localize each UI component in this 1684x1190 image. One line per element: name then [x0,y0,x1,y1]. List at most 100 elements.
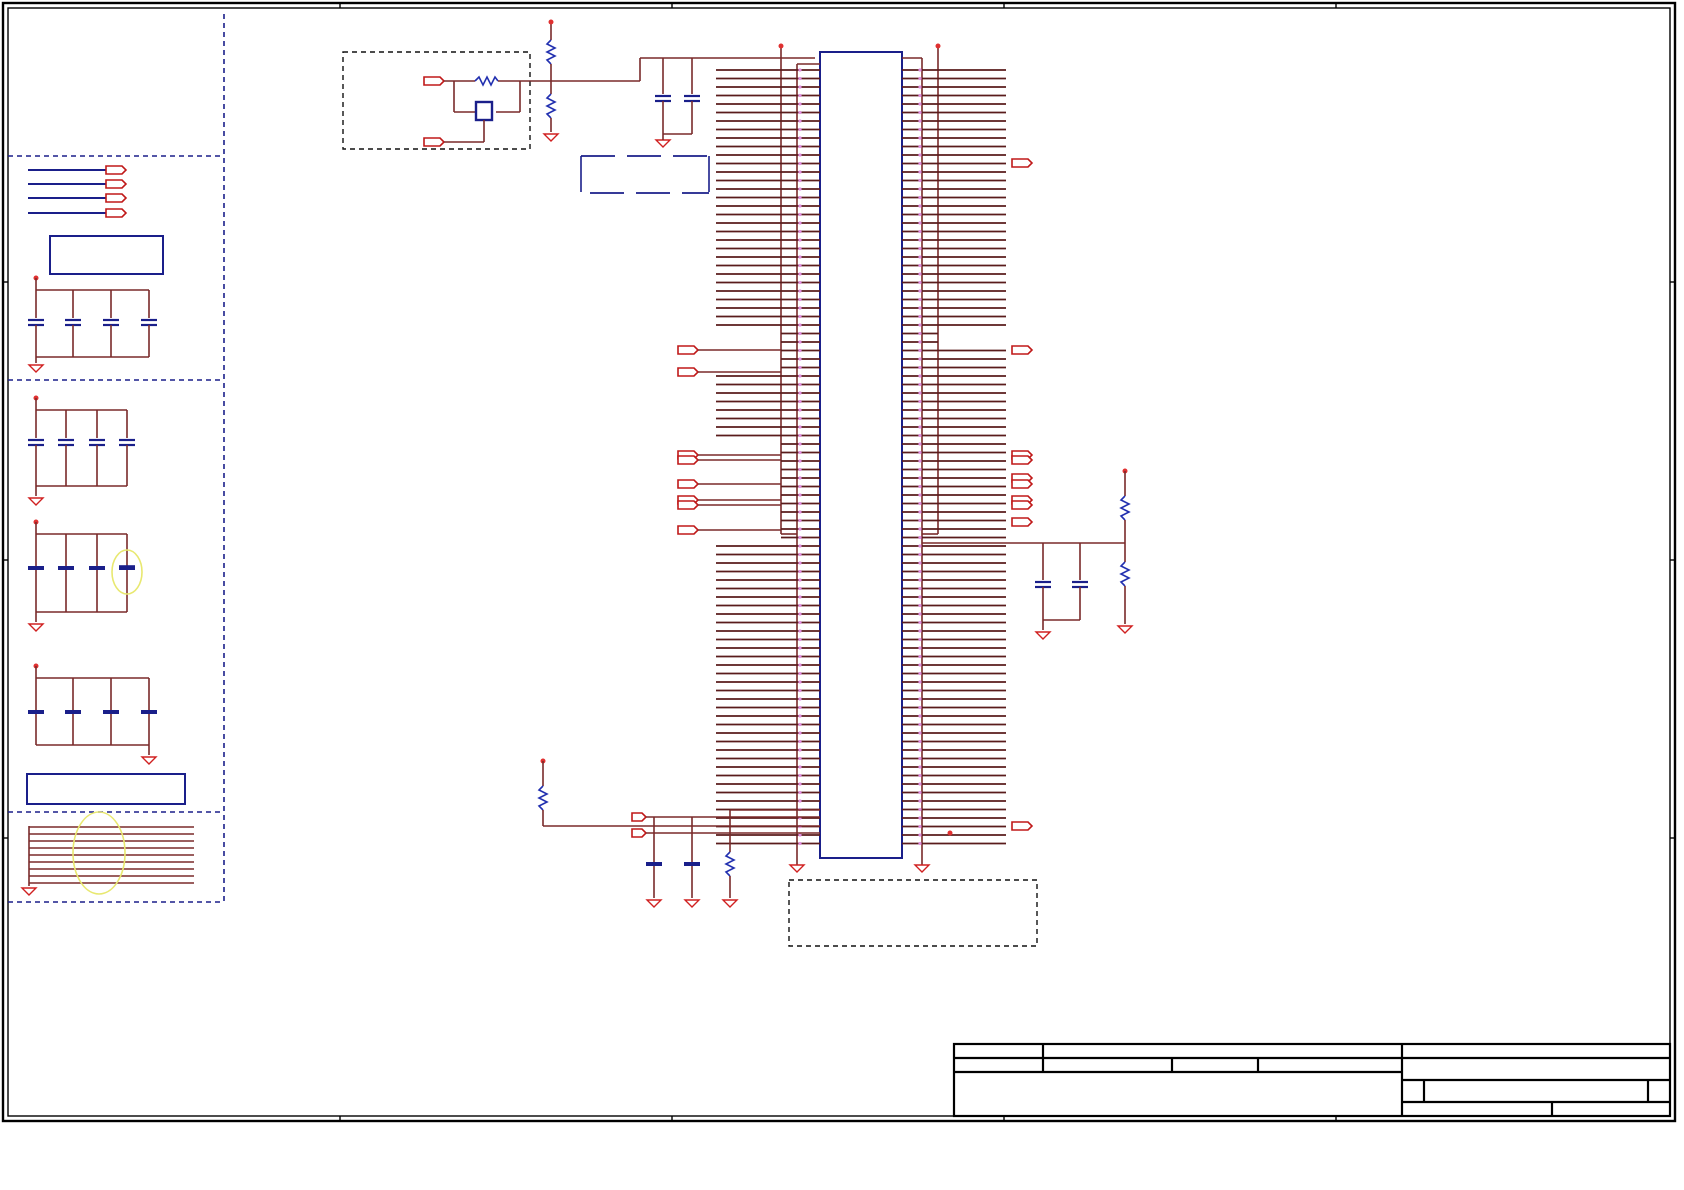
pin-dot [918,484,922,489]
pin-dot [918,561,922,565]
pin-dot [918,365,922,370]
pin-dot [918,714,922,718]
pin-dot [798,68,802,72]
pin-dot [918,399,922,404]
pin-dot [918,816,922,820]
pin-dot [798,170,802,174]
ground-symbol [140,756,158,765]
pin-dot [918,501,922,506]
pin-dot [798,671,802,676]
pin-dot [918,246,922,251]
pin-dot [798,374,802,378]
pin-dot [918,722,922,727]
ic-left-ports [677,345,781,535]
ground-symbol [27,497,45,506]
net-port [677,500,700,510]
pin-dot [798,697,802,701]
power-label-box-1 [49,235,164,275]
zone-ticks [3,3,1675,1121]
pin-dot [798,637,802,642]
pin-dot [918,535,922,540]
pin-dot [918,790,922,795]
pin-dot [918,272,922,276]
title-block [952,1042,1672,1118]
pin-dot [798,603,802,608]
pin-dot [798,790,802,795]
pin-dot [918,187,922,191]
pin-dot [918,569,922,574]
connector-pins [716,68,1006,846]
pin-dot [918,382,922,387]
pin-dot [798,127,802,132]
sheet-border [1,1,1677,1123]
pin-dot [798,705,802,710]
pin-dot [798,799,802,803]
pin-dot [918,93,922,98]
pin-dot [918,374,922,378]
pin-dot [798,493,802,497]
pin-dot [918,637,922,642]
pin-dot [918,629,922,633]
pin-dot [918,756,922,761]
pin-dot [918,280,922,285]
net-port [1011,455,1034,465]
pin-dot [918,765,922,769]
pin-dot [918,306,922,310]
pin-dot [798,136,802,140]
decoupling-capacitor-groups [27,275,158,765]
pin-dot [918,739,922,744]
bus-bundle [20,811,194,896]
pin-dot [918,680,922,684]
pin-dot [918,654,922,659]
pin-dot [798,765,802,769]
pin-dot [798,102,802,106]
net-port [1011,345,1034,355]
pin-dot [918,544,922,548]
pin-dot [798,646,802,650]
pin-dot [918,331,922,336]
pin-dot [918,688,922,693]
highlight-ellipse [72,811,126,895]
pin-dot [918,425,922,429]
pin-dot [798,289,802,293]
pin-dot [918,731,922,735]
pin-dot [918,476,922,480]
net-port [677,455,700,465]
pin-dot [798,255,802,259]
pin-dot [798,416,802,421]
note-box [580,155,710,194]
pin-dot [798,365,802,370]
note-frame [788,879,1038,947]
pin-dot [918,204,922,208]
pin-dot [798,221,802,225]
pin-dot [798,450,802,455]
pin-dot [918,442,922,446]
pin-dot [798,408,802,412]
pin-dot [798,680,802,684]
pin-dot [798,85,802,89]
reset-circuit [423,19,815,147]
pin-dot [918,348,922,353]
pin-dot [798,535,802,540]
vcc-decoupling [654,58,700,148]
pin-dot [918,323,922,327]
pin-dot [798,93,802,98]
pin-dot [918,229,922,234]
ground-symbol [27,364,45,373]
pin-dot [918,578,922,582]
pin-dot [798,459,802,463]
pin-dot [918,136,922,140]
pin-dot [918,408,922,412]
pin-dot [918,255,922,259]
pin-dot [918,102,922,106]
pin-dot [798,841,802,846]
pin-dot [798,280,802,285]
pin-dot [918,705,922,710]
pin-dot [798,476,802,480]
pin-dot [798,586,802,591]
net-port [677,345,700,355]
net-port [677,367,700,377]
net-port [677,525,700,535]
pin-dot [798,620,802,625]
net-port [1011,500,1034,510]
